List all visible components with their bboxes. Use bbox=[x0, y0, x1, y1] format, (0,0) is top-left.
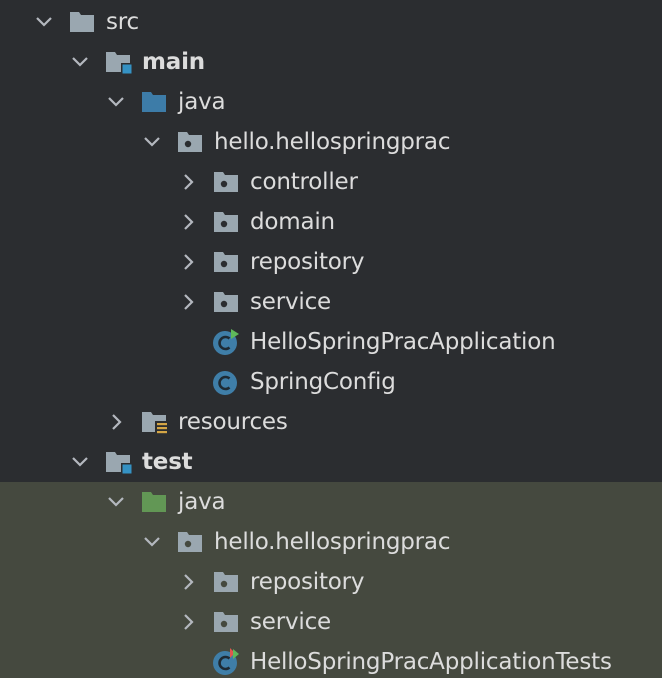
tree-node-app-class[interactable]: HelloSpringPracApplication bbox=[0, 322, 662, 362]
tree-node-label: java bbox=[178, 89, 226, 115]
runnable-class-icon bbox=[213, 329, 239, 355]
class-icon bbox=[213, 371, 237, 395]
tree-node-label: HelloSpringPracApplication bbox=[250, 329, 556, 355]
package-icon bbox=[214, 172, 238, 192]
tree-node-label: SpringConfig bbox=[250, 369, 396, 395]
tree-node-label: hello.hellospringprac bbox=[214, 529, 451, 555]
tree-node-main-package[interactable]: hello.hellospringprac bbox=[0, 122, 662, 162]
package-icon bbox=[214, 212, 238, 232]
tree-node-main-repository[interactable]: repository bbox=[0, 242, 662, 282]
package-icon bbox=[214, 612, 238, 632]
tree-node-test-package[interactable]: hello.hellospringprac bbox=[0, 522, 662, 562]
test-root-folder-icon bbox=[142, 492, 166, 512]
chevron-down-icon[interactable] bbox=[68, 450, 92, 474]
package-icon bbox=[214, 252, 238, 272]
tree-node-main-java[interactable]: java bbox=[0, 82, 662, 122]
folder-icon bbox=[70, 12, 94, 32]
tree-node-src[interactable]: src bbox=[0, 2, 662, 42]
test-class-icon bbox=[213, 648, 239, 675]
chevron-down-icon[interactable] bbox=[68, 50, 92, 74]
tree-node-test-java[interactable]: java bbox=[0, 482, 662, 522]
chevron-right-icon[interactable] bbox=[176, 250, 200, 274]
chevron-right-icon[interactable] bbox=[176, 610, 200, 634]
tree-node-label: domain bbox=[250, 209, 335, 235]
tree-node-config-class[interactable]: SpringConfig bbox=[0, 362, 662, 402]
package-icon bbox=[214, 572, 238, 592]
tree-node-label: service bbox=[250, 289, 331, 315]
chevron-right-icon[interactable] bbox=[176, 290, 200, 314]
package-icon bbox=[178, 132, 202, 152]
tree-node-label: test bbox=[142, 449, 193, 475]
chevron-down-icon[interactable] bbox=[140, 530, 164, 554]
tree-node-main-service[interactable]: service bbox=[0, 282, 662, 322]
package-icon bbox=[178, 532, 202, 552]
tree-node-test-class[interactable]: HelloSpringPracApplicationTests bbox=[0, 642, 662, 678]
tree-node-domain[interactable]: domain bbox=[0, 202, 662, 242]
module-folder-icon bbox=[106, 452, 132, 474]
chevron-right-icon[interactable] bbox=[176, 570, 200, 594]
project-tree: src main java hello.hellospringprac cont… bbox=[0, 0, 662, 678]
chevron-down-icon[interactable] bbox=[104, 490, 128, 514]
tree-node-test-repository[interactable]: repository bbox=[0, 562, 662, 602]
package-icon bbox=[214, 292, 238, 312]
chevron-down-icon[interactable] bbox=[32, 10, 56, 34]
chevron-down-icon[interactable] bbox=[140, 130, 164, 154]
tree-node-label: repository bbox=[250, 249, 365, 275]
tree-node-label: resources bbox=[178, 409, 288, 435]
tree-node-controller[interactable]: controller bbox=[0, 162, 662, 202]
tree-node-resources[interactable]: resources bbox=[0, 402, 662, 442]
tree-node-label: hello.hellospringprac bbox=[214, 129, 451, 155]
module-folder-icon bbox=[106, 52, 132, 74]
tree-node-test-service[interactable]: service bbox=[0, 602, 662, 642]
tree-node-label: repository bbox=[250, 569, 365, 595]
tree-node-label: main bbox=[142, 49, 205, 75]
chevron-down-icon[interactable] bbox=[104, 90, 128, 114]
tree-node-label: controller bbox=[250, 169, 358, 195]
chevron-right-icon[interactable] bbox=[176, 210, 200, 234]
tree-node-test[interactable]: test bbox=[0, 442, 662, 482]
resources-folder-icon bbox=[142, 412, 168, 436]
tree-node-label: java bbox=[178, 489, 226, 515]
tree-node-main[interactable]: main bbox=[0, 42, 662, 82]
tree-node-label: service bbox=[250, 609, 331, 635]
chevron-right-icon[interactable] bbox=[176, 170, 200, 194]
source-root-folder-icon bbox=[142, 92, 166, 112]
tree-node-label: src bbox=[106, 9, 139, 35]
chevron-right-icon[interactable] bbox=[104, 410, 128, 434]
tree-node-label: HelloSpringPracApplicationTests bbox=[250, 649, 612, 675]
